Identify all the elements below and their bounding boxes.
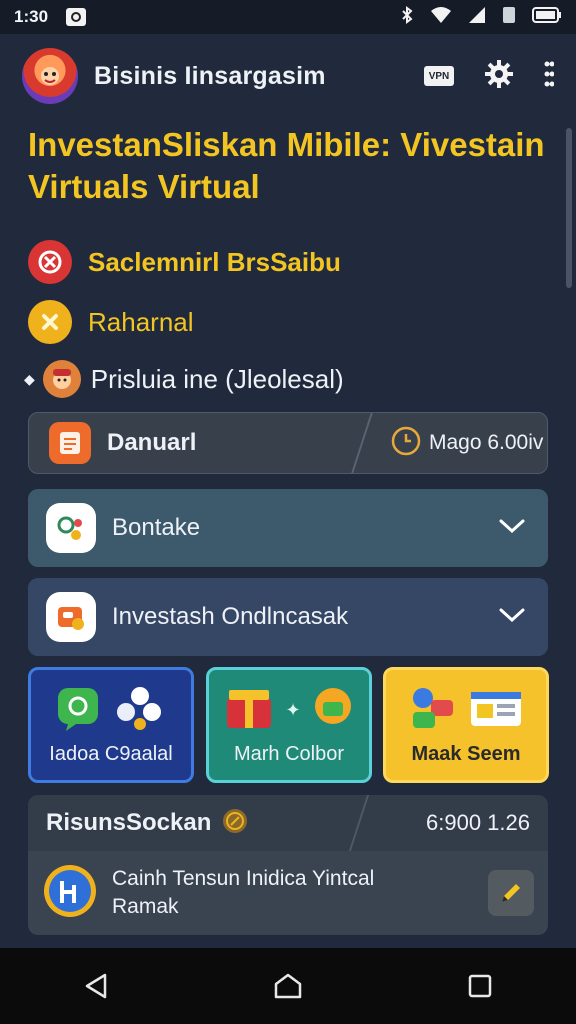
- status-time: 1:30: [14, 7, 49, 26]
- info-row-2[interactable]: Raharnal: [28, 300, 194, 344]
- info-row-label: Raharnal: [88, 306, 194, 337]
- tile-label: Marh Colbor: [233, 743, 345, 765]
- tile-iadoa[interactable]: Iadoa C9aalal: [28, 667, 194, 783]
- sim-icon: [502, 6, 516, 29]
- bottom-card[interactable]: RisunsSockan 6:900 1.26 Cainh Tensun Ini…: [28, 795, 548, 935]
- info-row-label: Prisluia ine (Jleolesal): [90, 363, 344, 394]
- badge-icon: [311, 684, 355, 737]
- diamond-bullet-icon: ◆: [24, 370, 35, 387]
- coins-icon: [112, 684, 168, 737]
- tile-maak[interactable]: Maak Seem: [383, 667, 549, 783]
- wallet-app-icon: [46, 592, 96, 642]
- red-target-icon: [28, 240, 72, 284]
- yellow-x-icon: [28, 300, 72, 344]
- document-icon: [49, 422, 91, 464]
- bottom-card-title: RisunsSockan: [46, 809, 212, 836]
- chevron-down-icon[interactable]: [498, 606, 526, 629]
- home-icon[interactable]: [258, 956, 318, 1016]
- info-row-1[interactable]: Saclemnirl BrsSaibu: [28, 240, 341, 284]
- summary-value: Mago 6.00iv: [429, 431, 544, 454]
- status-bar: 1:30: [0, 0, 576, 34]
- app-title: Bisinis Iinsargasim: [94, 61, 326, 90]
- summary-card[interactable]: Danuarl Mago 6.00iv: [28, 412, 548, 474]
- tile-marh[interactable]: ✦ Marh Colbor: [206, 667, 372, 783]
- wifi-icon: [430, 6, 452, 29]
- accordion-bontake[interactable]: Bontake: [28, 489, 548, 567]
- system-nav-bar: [0, 948, 576, 1024]
- chevron-down-icon[interactable]: [498, 517, 526, 540]
- battery-icon: [532, 6, 562, 28]
- edit-button[interactable]: [488, 870, 534, 916]
- cellular-signal-icon: [468, 6, 486, 29]
- contacts-app-icon: [46, 503, 96, 553]
- description-line-1: Cainh Tensun Inidica Yintcal: [112, 867, 375, 890]
- accordion-investash[interactable]: Investash Ondlncasak: [28, 578, 548, 656]
- tile-label: Maak Seem: [411, 743, 521, 765]
- bottom-card-description: Cainh Tensun Inidica Yintcal Ramak: [112, 865, 488, 921]
- info-row-3[interactable]: ◆ Prisluia ine (Jleolesal): [24, 360, 344, 398]
- window-icon: [467, 684, 525, 737]
- settings-gear-icon[interactable]: [484, 59, 514, 94]
- chat-bubble-icon: [54, 684, 102, 737]
- accordion-label: Bontake: [112, 514, 201, 541]
- tile-label: Iadoa C9aalal: [49, 743, 173, 765]
- scrollbar[interactable]: [566, 128, 572, 288]
- cards-icon: [407, 684, 457, 737]
- sparkle-icon: ✦: [285, 700, 301, 720]
- divider: [348, 795, 370, 851]
- bottom-card-value: 6:900 1.26: [426, 810, 530, 835]
- summary-label: Danuarl: [107, 429, 197, 456]
- app-logo: [22, 48, 78, 104]
- info-row-label: Saclemnirl BrsSaibu: [88, 246, 341, 277]
- recents-icon[interactable]: [450, 956, 510, 1016]
- accordion-label: Investash Ondlncasak: [112, 603, 349, 630]
- back-icon[interactable]: [66, 956, 126, 1016]
- chart-app-icon: [42, 863, 98, 924]
- more-options-icon[interactable]: [544, 61, 555, 92]
- description-line-2: Ramak: [112, 895, 179, 918]
- vpn-badge[interactable]: VPN: [424, 66, 454, 86]
- page-headline: InvestanSliskan Mibile: Vivestain Virtua…: [28, 126, 545, 205]
- notification-icon: [66, 8, 87, 26]
- avatar-icon: [42, 360, 81, 398]
- app-bar: Bisinis Iinsargasim VPN: [0, 38, 576, 114]
- coin-icon: [221, 807, 249, 840]
- clock-icon: [391, 426, 421, 461]
- gift-box-icon: [223, 684, 275, 737]
- bluetooth-icon: [400, 5, 414, 29]
